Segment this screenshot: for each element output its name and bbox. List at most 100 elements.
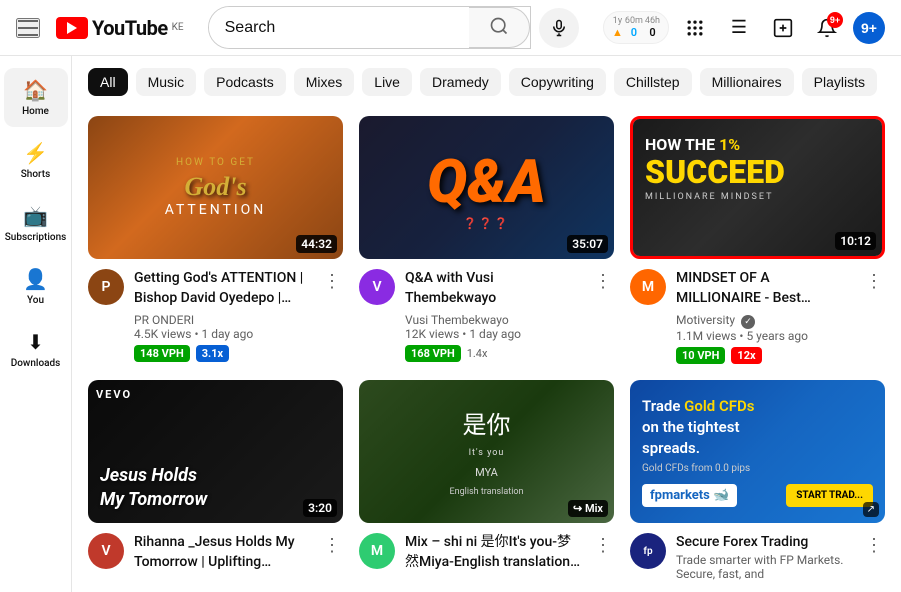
- shorts-icon: ⚡: [23, 141, 48, 165]
- youtube-logo-text: YouTube: [92, 16, 168, 40]
- badge-row-1: 148 VPH 3.1x: [134, 345, 311, 362]
- filter-chip-dramedy[interactable]: Dramedy: [420, 68, 501, 96]
- create-icon: [773, 18, 793, 38]
- ad-label: ↗: [863, 502, 879, 517]
- notification-group: 1y ▲ 60m 0 46h 0: [603, 11, 669, 45]
- badge-row-2: 168 VPH 1.4x: [405, 345, 582, 362]
- duration-badge-3: 10:12: [835, 232, 876, 250]
- video-meta-3: 1.1M views • 5 years ago: [676, 329, 853, 343]
- account-button[interactable]: 9+: [853, 12, 885, 44]
- apps-button[interactable]: [677, 10, 713, 46]
- duration-badge-4: 3:20: [303, 499, 337, 517]
- filter-bar: All Music Podcasts Mixes Live Dramedy Co…: [88, 56, 885, 108]
- video-info-2: V Q&A with Vusi Thembekwayo Vusi Thembek…: [359, 269, 614, 361]
- thumbnail-1: HOW TO GET God's ATTENTION 44:32: [88, 116, 343, 259]
- video-title-1: Getting God's ATTENTION | Bishop David O…: [134, 269, 311, 308]
- notif-item-60m: 60m 0: [625, 16, 643, 40]
- video-meta-2: 12K views • 1 day ago: [405, 327, 582, 341]
- filter-chip-copywriting[interactable]: Copywriting: [509, 68, 606, 96]
- channel-avatar-5: M: [359, 533, 395, 569]
- menu-button[interactable]: ☰: [721, 10, 757, 46]
- video-menu-3[interactable]: ⋮: [863, 269, 885, 294]
- channel-avatar-6: fp: [630, 533, 666, 569]
- verified-icon-3: ✓: [741, 315, 755, 329]
- notification-badge: 9+: [827, 12, 843, 28]
- filter-chip-playlists[interactable]: Playlists: [802, 68, 877, 96]
- badge-mult-2: 1.4x: [467, 347, 488, 360]
- header-left: YouTubeKE: [16, 16, 184, 40]
- channel-avatar-4: V: [88, 533, 124, 569]
- search-icon: [489, 16, 509, 36]
- video-title-2: Q&A with Vusi Thembekwayo: [405, 269, 582, 308]
- badge-vph-3: 10 VPH: [676, 347, 725, 364]
- channel-avatar-3: M: [630, 269, 666, 305]
- apps-icon: [685, 18, 705, 38]
- search-input[interactable]: [209, 7, 469, 48]
- header: YouTubeKE 1y ▲ 60m 0 46h 0: [0, 0, 901, 56]
- video-card-2[interactable]: Q&A ❓❓❓ 35:07 V Q&A with Vusi Thembekway…: [359, 116, 614, 364]
- video-menu-5[interactable]: ⋮: [592, 533, 614, 558]
- mic-button[interactable]: [539, 8, 579, 48]
- video-card-1[interactable]: HOW TO GET God's ATTENTION 44:32 P Getti…: [88, 116, 343, 364]
- video-info-4: V Rihanna _Jesus Holds My Tomorrow | Upl…: [88, 533, 343, 572]
- duration-badge-5: ↪ Mix: [568, 500, 608, 517]
- sidebar-item-subscriptions[interactable]: 📺 Subscriptions: [4, 194, 68, 253]
- video-card-6[interactable]: Trade Gold CFDson the tightestspreads. G…: [630, 380, 885, 581]
- video-info-5: M Mix – shi ni 是你It's you-梦然Miya-English…: [359, 533, 614, 572]
- channel-name-3: Motiversity ✓: [676, 313, 853, 329]
- video-card-3[interactable]: HOW THE 1% SUCCEED MILLIONARE MINDSET 10…: [630, 116, 885, 364]
- video-details-2: Q&A with Vusi Thembekwayo Vusi Thembekwa…: [405, 269, 582, 361]
- downloads-icon: ⬇: [27, 330, 44, 354]
- video-menu-2[interactable]: ⋮: [592, 269, 614, 294]
- channel-name-1: PR ONDERI: [134, 313, 311, 327]
- filter-chip-millionaires[interactable]: Millionaires: [700, 68, 794, 96]
- sidebar-item-you[interactable]: 👤 You: [4, 257, 68, 316]
- filter-chip-podcasts[interactable]: Podcasts: [204, 68, 286, 96]
- filter-chip-live[interactable]: Live: [362, 68, 412, 96]
- hamburger-button[interactable]: [16, 18, 40, 38]
- search-area: [208, 6, 579, 49]
- video-card-4[interactable]: VEVO Jesus HoldsMy Tomorrow 3:20 V Rihan…: [88, 380, 343, 581]
- notif-item-1y: 1y ▲: [612, 16, 623, 40]
- video-info-1: P Getting God's ATTENTION | Bishop David…: [88, 269, 343, 361]
- video-title-6: Secure Forex Trading: [676, 533, 853, 553]
- video-menu-6[interactable]: ⋮: [863, 533, 885, 558]
- search-box: [208, 6, 531, 49]
- filter-chip-mixes[interactable]: Mixes: [294, 68, 355, 96]
- duration-badge-2: 35:07: [567, 235, 608, 253]
- mic-icon: [550, 19, 568, 37]
- video-card-5[interactable]: 是你 It's you MYA English translation ↪ Mi…: [359, 380, 614, 581]
- you-icon: 👤: [23, 267, 48, 291]
- video-details-1: Getting God's ATTENTION | Bishop David O…: [134, 269, 311, 361]
- youtube-logo[interactable]: YouTubeKE: [56, 16, 184, 40]
- duration-badge-1: 44:32: [296, 235, 337, 253]
- notif-item-46h: 46h 0: [645, 16, 660, 40]
- video-info-6: fp Secure Forex Trading Trade smarter wi…: [630, 533, 885, 581]
- video-details-5: Mix – shi ni 是你It's you-梦然Miya-English t…: [405, 533, 582, 572]
- thumbnail-5: 是你 It's you MYA English translation ↪ Mi…: [359, 380, 614, 523]
- channel-avatar-2: V: [359, 269, 395, 305]
- badge-vph-2: 168 VPH: [405, 345, 461, 362]
- video-details-6: Secure Forex Trading Trade smarter with …: [676, 533, 853, 581]
- badge-row-3: 10 VPH 12x: [676, 347, 853, 364]
- home-icon: 🏠: [23, 78, 48, 102]
- create-button[interactable]: [765, 10, 801, 46]
- search-button[interactable]: [469, 7, 530, 48]
- youtube-logo-icon: [56, 17, 88, 39]
- sidebar-item-downloads[interactable]: ⬇ Downloads: [4, 320, 68, 379]
- thumbnail-6: Trade Gold CFDson the tightestspreads. G…: [630, 380, 885, 523]
- video-meta-1: 4.5K views • 1 day ago: [134, 327, 311, 341]
- video-menu-4[interactable]: ⋮: [321, 533, 343, 558]
- video-title-3: MINDSET OF A MILLIONAIRE - Best Motivati…: [676, 269, 853, 308]
- sidebar-item-home[interactable]: 🏠 Home: [4, 68, 68, 127]
- sidebar-item-shorts[interactable]: ⚡ Shorts: [4, 131, 68, 190]
- video-title-4: Rihanna _Jesus Holds My Tomorrow | Uplif…: [134, 533, 311, 572]
- filter-chip-all[interactable]: All: [88, 68, 128, 96]
- filter-chip-chillstep[interactable]: Chillstep: [614, 68, 692, 96]
- badge-mult-1: 3.1x: [196, 345, 229, 362]
- video-menu-1[interactable]: ⋮: [321, 269, 343, 294]
- notifications-button[interactable]: 9+: [809, 10, 845, 46]
- video-title-5: Mix – shi ni 是你It's you-梦然Miya-English t…: [405, 533, 582, 572]
- badge-vph-1: 148 VPH: [134, 345, 190, 362]
- filter-chip-music[interactable]: Music: [136, 68, 197, 96]
